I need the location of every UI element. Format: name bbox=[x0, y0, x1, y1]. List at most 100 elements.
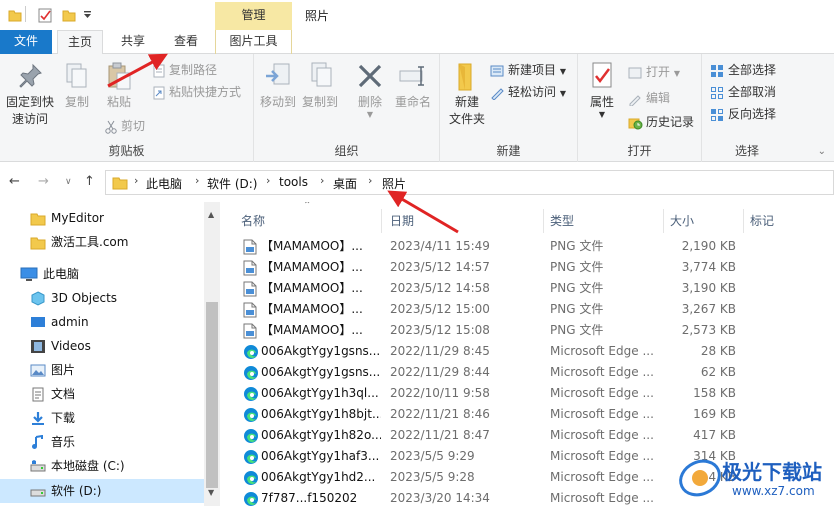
tree-item-music[interactable]: 音乐 bbox=[0, 430, 205, 454]
tree-item-downloads[interactable]: 下载 bbox=[0, 406, 205, 430]
rename-button[interactable]: 重命名 bbox=[392, 60, 434, 111]
collapse-ribbon-icon[interactable]: ⌄ bbox=[818, 146, 826, 157]
pin-quick-access-button[interactable]: 固定到快 速访问 bbox=[4, 60, 56, 128]
tree-item-drive-d[interactable]: 软件 (D:) bbox=[0, 479, 205, 503]
up-arrow-icon[interactable]: ↑ bbox=[84, 174, 95, 189]
breadcrumb-tools[interactable]: tools bbox=[279, 175, 308, 189]
paste-shortcut-button[interactable]: 粘贴快捷方式 bbox=[152, 82, 241, 102]
breadcrumb-this-pc[interactable]: 此电脑 bbox=[146, 175, 182, 192]
title-bar: 管理 照片 bbox=[0, 0, 834, 30]
column-header-size[interactable]: 大小 bbox=[670, 209, 694, 233]
address-bar[interactable]: › 此电脑 › 软件 (D:) › tools › 桌面 › 照片 bbox=[105, 170, 834, 195]
recent-locations-chevron-icon[interactable]: ∨ bbox=[65, 177, 72, 187]
invert-selection-button[interactable]: 反向选择 bbox=[710, 104, 776, 124]
breadcrumb-drive-d[interactable]: 软件 (D:) bbox=[207, 175, 257, 192]
easy-access-dropdown-icon[interactable]: ▼ bbox=[560, 89, 566, 98]
file-row[interactable]: 【MAMAMOO】... 2023/5/12 14:57 PNG 文件 3,774 K… bbox=[221, 257, 834, 278]
tree-item-documents[interactable]: 文档 bbox=[0, 382, 205, 406]
file-size: 169 KB bbox=[693, 407, 736, 421]
file-row[interactable]: 【MAMAMOO】... 2023/5/12 15:00 PNG 文件 3,267 K… bbox=[221, 299, 834, 320]
scroll-down-icon[interactable]: ▼ bbox=[208, 488, 214, 497]
file-row[interactable]: 【MAMAMOO】... 2023/5/12 14:58 PNG 文件 3,190 K… bbox=[221, 278, 834, 299]
new-item-label: 新建项目 bbox=[508, 63, 557, 77]
breadcrumb-separator-icon[interactable]: › bbox=[195, 174, 199, 187]
new-folder-icon bbox=[458, 63, 472, 91]
breadcrumb-separator-icon[interactable]: › bbox=[320, 174, 324, 187]
scrollbar-thumb[interactable] bbox=[206, 302, 218, 488]
properties-icon[interactable] bbox=[38, 8, 53, 26]
tree-item-admin[interactable]: admin bbox=[0, 310, 205, 334]
forward-arrow-icon[interactable]: → bbox=[38, 174, 49, 189]
nav-pane-scrollbar[interactable]: ▲ ▼ bbox=[204, 202, 220, 506]
open-button[interactable]: 打开 ▼ bbox=[628, 62, 680, 82]
tree-item-this-pc[interactable]: 此电脑 bbox=[0, 262, 205, 286]
copy-path-button[interactable]: 复制路径 bbox=[152, 60, 217, 80]
file-row[interactable]: 006AkgtYgy1h82o... 2022/11/21 8:47 Microso… bbox=[221, 425, 834, 446]
tab-share[interactable]: 共享 bbox=[112, 30, 154, 54]
tree-item-3d-objects[interactable]: 3D Objects bbox=[0, 286, 205, 310]
edit-button[interactable]: 编辑 bbox=[628, 88, 670, 108]
easy-access-button[interactable]: 轻松访问 ▼ bbox=[490, 82, 566, 102]
move-to-button[interactable]: 移动到 bbox=[258, 60, 298, 111]
file-type: PNG 文件 bbox=[550, 323, 604, 337]
new-item-button[interactable]: 新建项目 ▼ bbox=[490, 60, 566, 80]
new-group-label: 新建 bbox=[496, 144, 521, 158]
tree-item-label: 文档 bbox=[51, 387, 76, 401]
copy-to-button[interactable]: 复制到 bbox=[300, 60, 340, 111]
new-item-dropdown-icon[interactable]: ▼ bbox=[560, 67, 566, 76]
paste-button[interactable]: 粘贴 bbox=[100, 60, 138, 111]
tab-home[interactable]: 主页 bbox=[57, 30, 103, 55]
history-button[interactable]: 历史记录 bbox=[628, 112, 694, 132]
file-row[interactable]: 【MAMAMOO】... 2023/4/11 15:49 PNG 文件 2,190 K… bbox=[221, 236, 834, 257]
file-row[interactable]: 006AkgtYgy1gsns... 2022/11/29 8:45 Microso… bbox=[221, 341, 834, 362]
select-none-button[interactable]: 全部取消 bbox=[710, 82, 776, 102]
breadcrumb-separator-icon[interactable]: › bbox=[134, 174, 138, 187]
file-size: 2,190 KB bbox=[681, 239, 736, 253]
column-divider[interactable] bbox=[743, 209, 744, 233]
file-row[interactable]: 006AkgtYgy1h8bjt... 2022/11/21 8:46 Micros… bbox=[221, 404, 834, 425]
properties-dropdown-icon[interactable]: ▼ bbox=[584, 111, 620, 119]
column-header-date[interactable]: 日期 bbox=[390, 209, 414, 233]
cut-button[interactable]: 剪切 bbox=[104, 116, 145, 136]
new-folder-qat-icon[interactable] bbox=[62, 8, 76, 25]
copy-button[interactable]: 复制 bbox=[60, 60, 94, 111]
file-row[interactable]: 006AkgtYgy1gsns... 2022/11/29 8:44 Microso… bbox=[221, 362, 834, 383]
tab-view[interactable]: 查看 bbox=[164, 30, 208, 54]
tree-item-drive-c[interactable]: 本地磁盘 (C:) bbox=[0, 454, 205, 478]
file-type: Microsoft Edge ... bbox=[550, 344, 654, 358]
back-arrow-icon[interactable]: ← bbox=[9, 174, 20, 189]
breadcrumb-separator-icon[interactable]: › bbox=[266, 174, 270, 187]
paste-icon bbox=[108, 62, 131, 90]
file-date: 2023/5/12 14:58 bbox=[390, 281, 490, 295]
delete-button[interactable]: 删除 ▼ bbox=[352, 60, 388, 119]
open-label: 打开 bbox=[646, 65, 671, 79]
breadcrumb-desktop[interactable]: 桌面 bbox=[333, 175, 357, 192]
tree-item-myeditor[interactable]: MyEditor bbox=[0, 206, 205, 230]
tab-picture-tools[interactable]: 图片工具 bbox=[215, 30, 292, 54]
column-header-name[interactable]: 名称 bbox=[241, 209, 265, 233]
column-header-tags[interactable]: 标记 bbox=[750, 209, 774, 233]
tab-file[interactable]: 文件 bbox=[0, 30, 52, 54]
open-dropdown-icon[interactable]: ▼ bbox=[674, 69, 680, 78]
properties-button[interactable]: 属性 ▼ bbox=[584, 60, 620, 119]
tree-item-label: 本地磁盘 (C:) bbox=[51, 459, 125, 473]
breadcrumb-separator-icon[interactable]: › bbox=[368, 174, 372, 187]
scroll-up-icon[interactable]: ▲ bbox=[208, 210, 214, 219]
column-divider[interactable] bbox=[381, 209, 382, 233]
move-to-icon bbox=[266, 63, 290, 85]
file-row[interactable]: 006AkgtYgy1h3ql... 2022/10/11 9:58 Microso… bbox=[221, 383, 834, 404]
file-size: 2,573 KB bbox=[681, 323, 736, 337]
select-all-button[interactable]: 全部选择 bbox=[710, 60, 776, 80]
file-date: 2022/11/29 8:45 bbox=[390, 344, 490, 358]
delete-dropdown-icon[interactable]: ▼ bbox=[352, 111, 388, 119]
column-divider[interactable] bbox=[663, 209, 664, 233]
new-folder-button[interactable]: 新建 文件夹 bbox=[444, 60, 490, 128]
tree-item-videos[interactable]: Videos bbox=[0, 334, 205, 358]
column-divider[interactable] bbox=[543, 209, 544, 233]
tree-item-activation-tools[interactable]: 激活工具.com bbox=[0, 230, 205, 254]
column-header-type[interactable]: 类型 bbox=[550, 209, 574, 233]
file-row[interactable]: 【MAMAMOO】... 2023/5/12 15:08 PNG 文件 2,573 K… bbox=[221, 320, 834, 341]
tree-item-pictures[interactable]: 图片 bbox=[0, 358, 205, 382]
qat-dropdown-icon[interactable] bbox=[83, 9, 92, 23]
breadcrumb-photos[interactable]: 照片 bbox=[382, 175, 406, 192]
